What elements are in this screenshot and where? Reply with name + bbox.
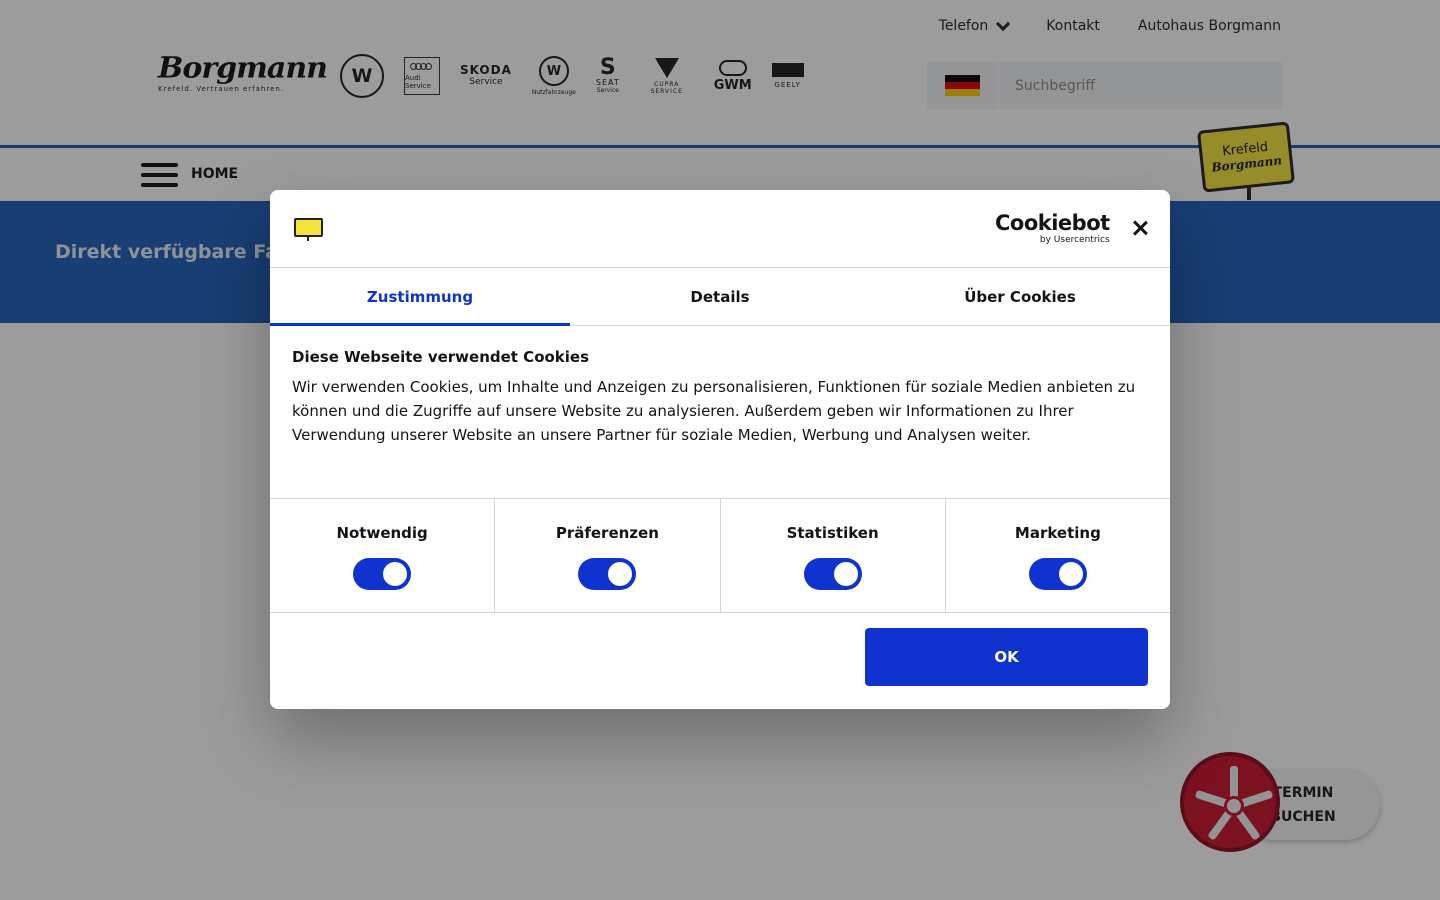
toggle-marketing-group: Marketing (946, 499, 1170, 612)
cookiebot-wordmark: Cookiebot (995, 211, 1110, 235)
toggle-notwendig-group: Notwendig (270, 499, 496, 612)
toggle-label: Statistiken (786, 524, 879, 542)
cookie-consent-dialog: Cookiebot by Usercentrics Zustimmung Det… (270, 190, 1170, 709)
praeferenzen-toggle[interactable] (578, 558, 637, 590)
cookiebot-sub: by Usercentrics (1039, 235, 1110, 245)
toggle-label: Präferenzen (555, 524, 659, 542)
notwendig-toggle[interactable] (353, 558, 412, 590)
cookiebot-logo[interactable]: Cookiebot by Usercentrics (995, 212, 1110, 245)
tab-details[interactable]: Details (570, 268, 870, 325)
tab-zustimmung[interactable]: Zustimmung (270, 268, 570, 326)
toggle-label: Notwendig (336, 524, 428, 542)
consent-toggles: Notwendig Präferenzen Statistiken Market… (270, 498, 1170, 613)
toggle-label: Marketing (1014, 524, 1101, 542)
statistiken-toggle[interactable] (803, 558, 862, 590)
close-icon[interactable] (1130, 218, 1150, 238)
dialog-tabs: Zustimmung Details Über Cookies (270, 268, 1170, 326)
logo-post (307, 237, 309, 241)
krefeld-borgmann-logo-icon (294, 218, 323, 237)
toggle-statistiken-group: Statistiken (721, 499, 946, 612)
toggle-praeferenzen-group: Präferenzen (495, 499, 721, 612)
dialog-body: Diese Webseite verwendet Cookies Wir ver… (270, 326, 1170, 499)
ok-button[interactable]: OK (865, 628, 1148, 686)
tab-ueber-cookies[interactable]: Über Cookies (870, 268, 1170, 325)
dialog-text: Wir verwenden Cookies, um Inhalte und An… (292, 378, 1136, 444)
dialog-title: Diese Webseite verwendet Cookies (292, 348, 590, 366)
marketing-toggle[interactable] (1028, 558, 1087, 590)
dialog-header: Cookiebot by Usercentrics (270, 190, 1170, 268)
